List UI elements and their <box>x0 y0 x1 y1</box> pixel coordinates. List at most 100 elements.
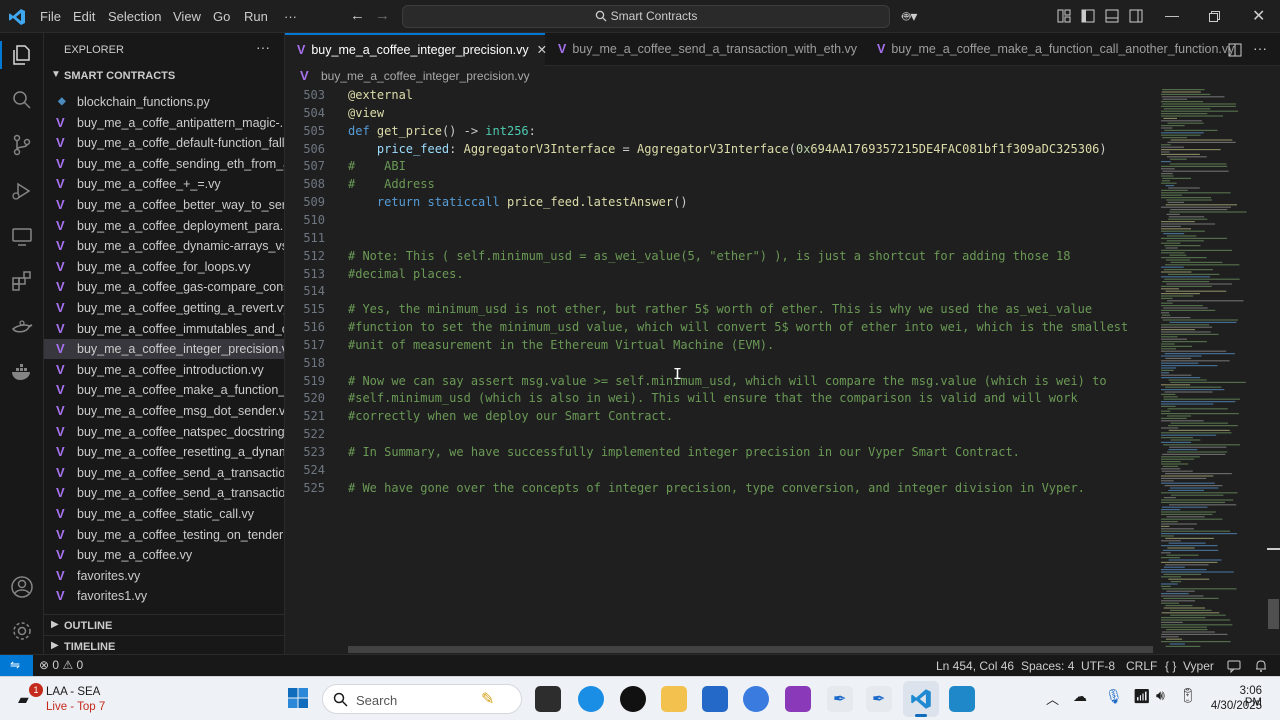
remote-explorer-icon[interactable] <box>10 225 34 249</box>
weather-widget[interactable]: ▰ 1 LAA - SEA Live - Top 7 <box>14 683 124 715</box>
manage-gear-icon[interactable] <box>10 619 34 643</box>
file-item[interactable]: Vbuy_me_a_coffee_dynamic-arrays_vs... <box>44 236 284 256</box>
outline-section[interactable]: ▶ OUTLINE <box>44 614 284 634</box>
more-actions-icon[interactable]: ··· <box>1253 40 1267 56</box>
file-item[interactable]: Vbuy_me_a_coffe_default-function_fall... <box>44 133 284 153</box>
explorer-more-button[interactable]: ··· <box>256 39 270 55</box>
onedrive-cloud-icon[interactable]: ☁ <box>1073 688 1087 705</box>
line-ending[interactable]: CRLF <box>1126 659 1157 673</box>
file-explorer-icon[interactable] <box>661 686 687 712</box>
search-icon[interactable] <box>10 88 34 112</box>
remote-indicator[interactable]: ⇋ <box>0 655 33 677</box>
file-item[interactable]: Vbuy_me_a_coffee_for_loops.vy <box>44 257 284 277</box>
file-item[interactable]: Vbuy_me_a_coffee_msg_dot_sender.vy <box>44 401 284 421</box>
tab-make-function-call[interactable]: Vbuy_me_a_coffee_make_a_function_call_an… <box>865 33 1234 66</box>
timeline-section[interactable]: ▶ TIMELINE <box>44 635 284 654</box>
restore-icon[interactable] <box>1209 11 1220 22</box>
menu-run[interactable]: Run <box>244 9 268 24</box>
file-item[interactable]: Vbuy_me_a_coffee_integer_precision.vy <box>44 339 284 360</box>
file-item[interactable]: Vbuy_me_a_coffee_+_=.vy <box>44 174 284 194</box>
clock-date[interactable]: 4/30/2025 <box>1208 700 1262 712</box>
windows-start-icon[interactable] <box>287 687 309 709</box>
menu-selection[interactable]: Selection <box>108 9 161 24</box>
problems-indicator[interactable]: ⊗ 0 ⚠ 0 <box>39 658 83 672</box>
explorer-files-icon[interactable] <box>10 43 34 67</box>
tab-integer-precision[interactable]: Vbuy_me_a_coffee_integer_precision.vy ✕ <box>285 33 547 66</box>
file-item[interactable]: Vfavorites1.vy <box>44 586 284 606</box>
file-item[interactable]: Vbuy_me_a_coffee_deployment_para... <box>44 216 284 236</box>
wifi-icon[interactable]: 📶︎ <box>1133 688 1151 705</box>
docker-whale-icon[interactable] <box>10 359 34 383</box>
genie-lamp-icon[interactable] <box>10 315 34 339</box>
file-item[interactable]: Vbuy_me_a_coffee_send_a_transaction... <box>44 463 284 483</box>
pen-app-2-icon[interactable]: ✒ <box>866 686 892 712</box>
file-item[interactable]: ◆ blockchain_functions.py <box>44 92 284 112</box>
copilot-icon[interactable]: 🤖︎▾ <box>902 7 917 27</box>
folder-smart-contracts[interactable]: ▼ SMART CONTRACTS <box>44 67 284 85</box>
forward-arrow-icon[interactable]: → <box>375 7 390 24</box>
pen-app-icon[interactable]: ✒ <box>827 686 853 712</box>
clipchamp-icon[interactable] <box>785 686 811 712</box>
code-editor[interactable]: 503 @external 504 @view 505 def get_price() -… <box>285 87 1155 654</box>
microsoft-store-icon[interactable] <box>702 686 728 712</box>
vscode-logo-icon[interactable] <box>8 8 26 26</box>
file-item[interactable]: Vbuy_me_a_coffee_static_call.vy <box>44 504 284 524</box>
battery-icon[interactable]: 🔋︎ <box>1179 687 1197 704</box>
toggle-panel-icon[interactable] <box>1105 9 1119 23</box>
task-view-icon[interactable] <box>535 686 561 712</box>
file-item[interactable]: Vbuy_me_a_coffee_testing_on_tenderl... <box>44 525 284 545</box>
remote-desktop-icon[interactable] <box>949 686 975 712</box>
back-arrow-icon[interactable]: ← <box>350 7 365 24</box>
run-debug-icon[interactable] <box>10 179 34 203</box>
taskbar-search[interactable]: Search ✎ <box>322 684 522 714</box>
file-item[interactable]: Vbuy_me_a_coffe_antipattern_magic-... <box>44 113 284 133</box>
encoding[interactable]: UTF-8 <box>1081 659 1115 673</box>
vscode-taskbar-button[interactable] <box>903 681 939 717</box>
file-item[interactable]: Vbuy_me_a_coffee_gas-compare_cons... <box>44 277 284 297</box>
chevron-up-icon[interactable]: ︿ <box>1046 689 1059 708</box>
vertical-scrollbar[interactable] <box>1267 87 1280 654</box>
feedback-icon[interactable] <box>1227 659 1241 673</box>
file-item[interactable]: Vbuy_me_a_coffee_getting_a_revert.vy <box>44 298 284 318</box>
customize-layout-icon[interactable] <box>1057 9 1071 23</box>
minimap-line <box>1161 96 1225 98</box>
file-item[interactable]: Vbuy_me_a_coffee_better_way_to_sen... <box>44 195 284 215</box>
file-item[interactable]: Vbuy_me_a_coffee_make_a_function_c... <box>44 380 284 400</box>
menu-go[interactable]: Go <box>213 9 230 24</box>
toggle-primary-sidebar-icon[interactable] <box>1081 9 1095 23</box>
menu-more[interactable]: ··· <box>284 9 297 24</box>
volume-icon[interactable]: 🔊︎ <box>1156 687 1165 704</box>
menu-edit[interactable]: Edit <box>73 9 95 24</box>
file-item[interactable]: Vbuy_me_a_coffee_resetting_a_dynam... <box>44 442 284 462</box>
file-item[interactable]: Vbuy_me_a_coffee.vy <box>44 545 284 565</box>
edge-browser-icon[interactable] <box>578 686 604 712</box>
menu-file[interactable]: File <box>40 9 61 24</box>
horizontal-scrollbar[interactable] <box>348 646 1153 653</box>
command-center-search[interactable]: Smart Contracts <box>402 5 890 28</box>
toggle-secondary-sidebar-icon[interactable] <box>1129 9 1143 23</box>
file-item[interactable]: Vbuy_me_a_coffee_send_a_transaction... <box>44 483 284 503</box>
file-item[interactable]: Vbuy_me_a_coffee_introduction.vy <box>44 360 284 380</box>
scrollbar-thumb[interactable] <box>1268 599 1279 629</box>
indentation[interactable]: Spaces: 4 <box>1021 659 1074 673</box>
tiktok-icon[interactable] <box>620 686 646 712</box>
microphone-icon[interactable]: 🎙︎ <box>1105 688 1123 705</box>
file-item[interactable]: Vbuy_me_a_coffee_immutables_and_c... <box>44 319 284 339</box>
minimize-icon[interactable]: — <box>1165 7 1179 23</box>
minimap[interactable] <box>1155 87 1267 654</box>
close-window-icon[interactable]: ✕ <box>1252 6 1265 26</box>
file-item[interactable]: Vfavorites.vy <box>44 566 284 586</box>
notifications-bell-icon[interactable] <box>1254 659 1268 673</box>
file-item[interactable]: Vbuy_me_a_coffee_natspec_docstring... <box>44 422 284 442</box>
zoom-icon[interactable] <box>743 686 769 712</box>
tab-send-transaction[interactable]: Vbuy_me_a_coffee_send_a_transaction_with… <box>546 33 864 66</box>
cursor-position[interactable]: Ln 454, Col 46 <box>936 659 1014 673</box>
file-item[interactable]: Vbuy_me_a_coffe_sending_eth_from_a... <box>44 154 284 174</box>
split-editor-icon[interactable] <box>1228 43 1242 57</box>
breadcrumb-file[interactable]: buy_me_a_coffee_integer_precision.vy <box>321 69 530 83</box>
source-control-icon[interactable] <box>10 133 34 157</box>
menu-view[interactable]: View <box>173 9 201 24</box>
language-mode[interactable]: Vyper <box>1183 659 1214 673</box>
account-icon[interactable] <box>10 575 34 599</box>
extensions-icon[interactable] <box>10 269 34 293</box>
